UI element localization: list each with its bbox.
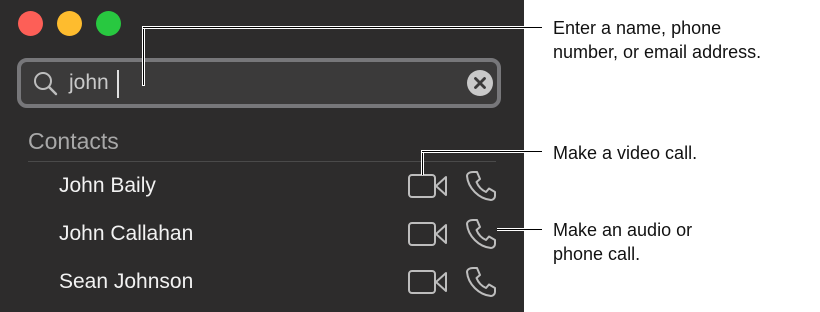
contact-name: John Callahan [59, 222, 194, 245]
video-call-icon[interactable] [407, 220, 449, 248]
audio-callout-text: Make an audio or phone call. [553, 220, 693, 264]
contact-name: John Baily [59, 174, 156, 197]
search-query: john [69, 71, 109, 94]
phone-call-icon[interactable] [464, 265, 498, 299]
facetime-window: john Contacts John Baily John Callahan S… [0, 0, 524, 312]
video-call-icon[interactable] [407, 172, 449, 200]
contact-row[interactable]: Sean Johnson [0, 258, 524, 306]
maximize-window-button[interactable] [96, 11, 121, 36]
search-icon [34, 72, 58, 96]
close-window-button[interactable] [18, 11, 43, 36]
contact-name: Sean Johnson [59, 270, 194, 293]
text-caret [117, 70, 119, 98]
clear-search-icon[interactable] [467, 70, 493, 96]
search-callout-text: Enter a name, phone number, or email add… [553, 18, 762, 62]
contact-row[interactable]: John Baily [0, 162, 524, 210]
search-field[interactable]: john [17, 58, 501, 108]
phone-call-icon[interactable] [464, 217, 498, 251]
contacts-section-title: Contacts [28, 128, 119, 154]
video-callout-text: Make a video call. [553, 143, 698, 163]
phone-call-icon[interactable] [464, 169, 498, 203]
contact-row[interactable]: John Callahan [0, 210, 524, 258]
video-call-icon[interactable] [407, 268, 449, 296]
minimize-window-button[interactable] [57, 11, 82, 36]
